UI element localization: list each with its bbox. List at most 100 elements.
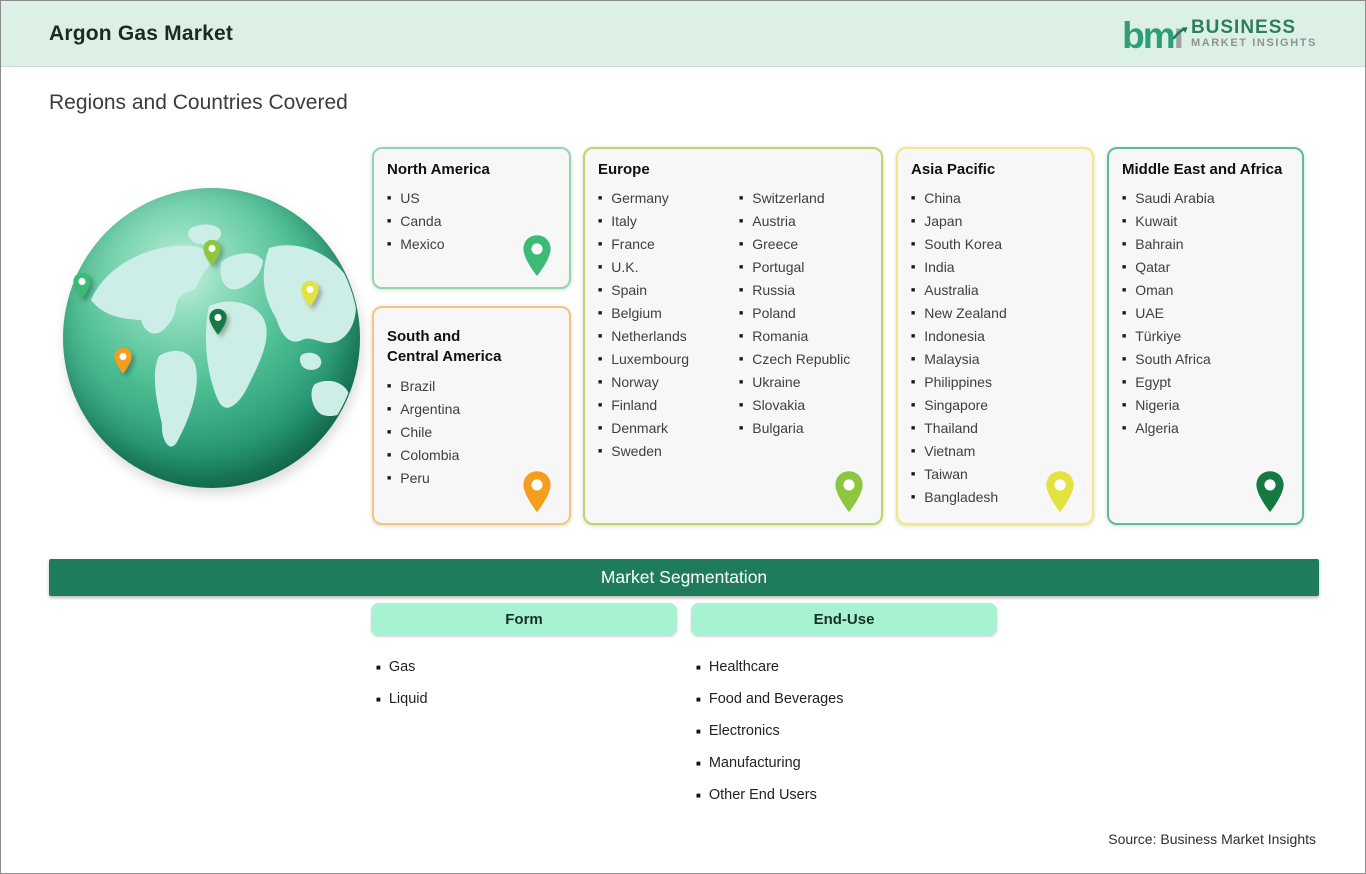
globe-illustration (63, 188, 360, 488)
region-card-asia-pacific: Asia Pacific ChinaJapanSouth KoreaIndiaA… (896, 147, 1094, 525)
country-item: India (911, 256, 1079, 279)
country-list: GermanyItalyFranceU.K.SpainBelgiumNether… (598, 187, 868, 463)
country-item: New Zealand (911, 302, 1079, 325)
country-item: China (911, 187, 1079, 210)
country-item: Türkiye (1122, 325, 1289, 348)
country-item: Spain (598, 279, 727, 302)
country-item: Vietnam (911, 440, 1079, 463)
bmi-logo-mark: bmı (1122, 13, 1188, 56)
segment-item: Electronics (696, 715, 843, 747)
country-item: France (598, 233, 727, 256)
globe-pin-middle-east-africa (208, 308, 228, 336)
country-item: Ukraine (739, 371, 868, 394)
country-item: Malaysia (911, 348, 1079, 371)
country-item: Qatar (1122, 256, 1289, 279)
country-item: Netherlands (598, 325, 727, 348)
brand-logo: bmı BUSINESS MARKET INSIGHTS (1122, 13, 1317, 54)
logo-mark-bm: bm (1122, 15, 1175, 56)
country-item: Romania (739, 325, 868, 348)
header-band: Argon Gas Market bmı BUSINESS MARKET INS… (1, 1, 1365, 67)
country-item: South Africa (1122, 348, 1289, 371)
country-item: Luxembourg (598, 348, 727, 371)
region-title: North America (387, 161, 490, 178)
region-title: Asia Pacific (911, 161, 996, 178)
segment-item: Liquid (376, 683, 428, 715)
segment-list-end-use: HealthcareFood and BeveragesElectronicsM… (696, 651, 844, 811)
country-item: Norway (598, 371, 727, 394)
globe-pin-europe (202, 239, 222, 267)
country-item: Russia (739, 279, 868, 302)
country-list: ChinaJapanSouth KoreaIndiaAustraliaNew Z… (911, 187, 1079, 509)
country-item: Switzerland (739, 187, 868, 210)
country-item: Nigeria (1122, 394, 1289, 417)
globe-sphere (63, 188, 360, 488)
country-item: Oman (1122, 279, 1289, 302)
country-item: Austria (739, 210, 868, 233)
country-item: Belgium (598, 302, 727, 325)
globe-pin-asia-pacific (300, 280, 320, 308)
globe-pin-north-america (72, 272, 92, 300)
country-item: Bulgaria (739, 417, 868, 440)
country-item: Egypt (1122, 371, 1289, 394)
segment-item: Gas (376, 651, 428, 683)
country-item: Colombia (387, 444, 556, 467)
source-note: Source: Business Market Insights (1108, 831, 1316, 847)
country-item: Algeria (1122, 417, 1289, 440)
world-map-graphic (91, 224, 356, 447)
country-item: Philippines (911, 371, 1079, 394)
country-item: Chile (387, 421, 556, 444)
country-item: Saudi Arabia (1122, 187, 1289, 210)
country-item: Denmark (598, 417, 727, 440)
region-card-south-central-america: South and Central America BrazilArgentin… (372, 306, 571, 525)
page-title: Argon Gas Market (49, 21, 234, 45)
region-title: South and Central America (387, 328, 502, 366)
country-item: Argentina (387, 398, 556, 421)
country-item: South Korea (911, 233, 1079, 256)
country-item: Finland (598, 394, 727, 417)
country-item: Canda (387, 210, 556, 233)
country-item: Australia (911, 279, 1079, 302)
country-item: Italy (598, 210, 727, 233)
country-item: UAE (1122, 302, 1289, 325)
country-item: Czech Republic (739, 348, 868, 371)
country-item: Slovakia (739, 394, 868, 417)
country-item: Japan (911, 210, 1079, 233)
segmentation-header-bar: Market Segmentation (49, 559, 1319, 596)
country-item: Poland (739, 302, 868, 325)
segment-header-form: Form (371, 603, 677, 636)
section-title: Regions and Countries Covered (49, 91, 348, 114)
country-item: US (387, 187, 556, 210)
country-item: Portugal (739, 256, 868, 279)
logo-line-business: BUSINESS (1190, 16, 1297, 38)
country-list: Saudi ArabiaKuwaitBahrainQatarOmanUAETür… (1122, 187, 1289, 440)
region-card-europe: Europe GermanyItalyFranceU.K.SpainBelgiu… (583, 147, 883, 525)
region-title: Middle East and Africa (1122, 161, 1283, 178)
region-card-north-america: North America USCandaMexico (372, 147, 571, 289)
region-pin-icon (1254, 470, 1286, 519)
globe-pin-south-central-america (113, 347, 133, 375)
region-pin-icon (833, 470, 865, 519)
country-item: Thailand (911, 417, 1079, 440)
country-item: Germany (598, 187, 727, 210)
country-item: Singapore (911, 394, 1079, 417)
infographic-page: Argon Gas Market bmı BUSINESS MARKET INS… (0, 0, 1366, 874)
country-item: U.K. (598, 256, 727, 279)
country-item: Brazil (387, 375, 556, 398)
segment-list-form: GasLiquid (376, 651, 428, 715)
country-item: Kuwait (1122, 210, 1289, 233)
logo-wordmark: BUSINESS MARKET INSIGHTS (1190, 16, 1317, 49)
region-pin-icon (521, 234, 553, 283)
segment-header-end-use: End-Use (691, 603, 997, 636)
region-pin-icon (1044, 470, 1076, 519)
segment-item: Healthcare (696, 651, 843, 683)
country-item: Sweden (598, 440, 727, 463)
country-item: Greece (739, 233, 868, 256)
region-title: Europe (598, 161, 650, 178)
region-card-middle-east-africa: Middle East and Africa Saudi ArabiaKuwai… (1107, 147, 1304, 525)
segment-item: Other End Users (696, 779, 843, 811)
logo-line-market-insights: MARKET INSIGHTS (1190, 36, 1317, 49)
country-item: Indonesia (911, 325, 1079, 348)
segment-item: Manufacturing (696, 747, 843, 779)
logo-arrow-icon (1172, 9, 1189, 46)
country-item: Bahrain (1122, 233, 1289, 256)
